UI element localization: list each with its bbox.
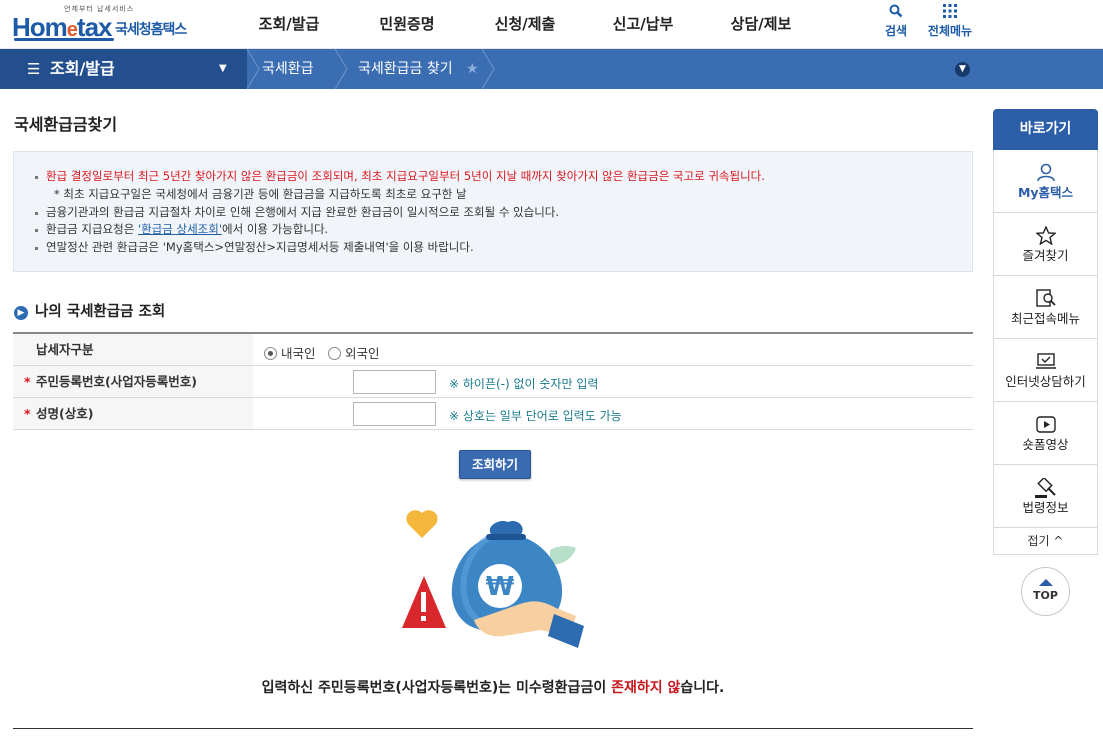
quick-links-fold-button[interactable]: 접기 ^	[993, 528, 1098, 555]
gnb-item-inquiry[interactable]: 조회/발급	[230, 0, 348, 49]
breadcrumb-bar: ☰ 조회/발급 ▼ 국세환급 국세환급금 찾기 ★ ▼	[0, 49, 1103, 89]
quick-item-recent-menu[interactable]: 최근접속메뉴	[993, 276, 1098, 339]
hamburger-icon: ☰	[27, 60, 41, 78]
form-row-taxpayer-type: 납세자구분 내국인 외국인	[13, 334, 973, 366]
radio-unchecked-icon	[328, 347, 341, 360]
menu-category-label: 조회/발급	[50, 59, 115, 78]
section-title: ▶ 나의 국세환급금 조회	[14, 300, 165, 321]
quick-item-law-info[interactable]: 법령정보	[993, 465, 1098, 528]
notice-box: 환급 결정일로부터 최근 5년간 찾아가지 않은 환급금이 조회되며, 최초 지…	[13, 151, 973, 272]
page-title: 국세환급금찾기	[14, 115, 118, 134]
gnb-item-application[interactable]: 신청/제출	[466, 0, 584, 49]
name-input[interactable]	[353, 402, 436, 426]
search-icon	[882, 4, 910, 22]
name-label: * 성명(상호)	[13, 398, 253, 429]
search-button[interactable]: 검색	[882, 4, 910, 39]
breadcrumb-item-refund[interactable]: 국세환급	[262, 49, 314, 89]
form-row-id-number: * 주민등록번호(사업자등록번호) ※ 하이픈(-) 없이 숫자만 입력	[13, 366, 973, 398]
quick-item-favorites[interactable]: 즐겨찾기	[993, 213, 1098, 276]
favorite-star-icon[interactable]: ★	[466, 49, 479, 89]
grid-menu-icon	[924, 4, 976, 22]
all-menu-button[interactable]: 전체메뉴	[924, 4, 976, 39]
global-nav: 조회/발급 민원증명 신청/제출 신고/납부 상담/제보	[230, 0, 820, 49]
radio-checked-icon	[264, 347, 277, 360]
all-menu-label: 전체메뉴	[927, 24, 973, 38]
play-video-icon	[994, 402, 1097, 434]
notice-line: 환급금 지급요청은 '환급금 상세조회'에서 이용 가능합니다.	[35, 221, 972, 239]
document-search-icon	[994, 276, 1097, 308]
id-number-hint: ※ 하이픈(-) 없이 숫자만 입력	[449, 377, 599, 391]
notice-line: * 최초 지급요구일은 국세청에서 금융기관 등에 환급금을 지급하도록 최초로…	[54, 186, 467, 201]
refund-search-form: 납세자구분 내국인 외국인 * 주민등록번호(사업자등록번호) ※ 하이픈(-) …	[13, 332, 973, 430]
top-header: 언제부터 납세서비스 Hometax 국세청홈택스 조회/발급 민원증명 신청/…	[0, 0, 1103, 49]
taxpayer-type-label: 납세자구분	[13, 334, 253, 365]
logo-swoosh	[14, 38, 114, 41]
result-message: 입력하신 주민등록번호(사업자등록번호)는 미수령환급금이 존재하지 않습니다.	[261, 680, 725, 696]
search-submit-button[interactable]: 조회하기	[459, 450, 531, 479]
quick-item-my-hometax[interactable]: My홈택스	[993, 150, 1098, 213]
id-number-input[interactable]	[353, 370, 436, 394]
quick-links-panel: 바로가기 My홈택스 즐겨찾기 최근접속메뉴 인터넷상담하기 숏폼영상 법령정보…	[993, 109, 1098, 555]
hometax-logo[interactable]: 언제부터 납세서비스 Hometax 국세청홈택스	[12, 4, 202, 44]
money-bag-illustration: ₩	[402, 510, 584, 648]
refund-detail-link[interactable]: '환급금 상세조회'	[138, 222, 222, 236]
arrow-up-icon	[1038, 579, 1053, 586]
divider	[13, 728, 973, 729]
logo-korean-name: 국세청홈택스	[115, 22, 187, 38]
radio-foreign[interactable]: 외국인	[328, 343, 380, 362]
dropdown-arrow-icon: ▼	[219, 63, 227, 74]
quick-item-shortform-video[interactable]: 숏폼영상	[993, 402, 1098, 465]
notice-line: 연말정산 관련 환급금은 'My홈택스>연말정산>지급명세서등 제출내역'을 이…	[35, 239, 972, 257]
chevron-down-icon[interactable]: ▼	[955, 62, 970, 77]
gavel-icon	[994, 465, 1097, 498]
scroll-top-button[interactable]: TOP	[1021, 567, 1070, 616]
name-hint: ※ 상호는 일부 단어로 입력도 가능	[449, 409, 622, 423]
gnb-item-filing[interactable]: 신고/납부	[584, 0, 702, 49]
radio-domestic[interactable]: 내국인	[264, 343, 316, 362]
quick-links-title: 바로가기	[993, 109, 1098, 150]
breadcrumb-item-find-refund[interactable]: 국세환급금 찾기	[358, 49, 453, 89]
arrow-circle-icon: ▶	[14, 306, 28, 320]
menu-category-dropdown[interactable]: ☰ 조회/발급 ▼	[0, 49, 247, 89]
id-number-label: * 주민등록번호(사업자등록번호)	[13, 366, 253, 397]
breadcrumb-separator-icon	[482, 49, 495, 89]
gnb-item-consult[interactable]: 상담/제보	[702, 0, 820, 49]
svg-text:₩: ₩	[486, 572, 515, 602]
breadcrumb-separator-icon	[335, 49, 348, 89]
notice-line: 금융기관과의 환급금 지급절차 차이로 인해 은행에서 지급 완료한 환급금이 …	[35, 204, 972, 222]
notice-line: 환급 결정일로부터 최근 5년간 찾아가지 않은 환급금이 조회되며, 최초 지…	[35, 168, 972, 186]
search-label: 검색	[884, 24, 908, 38]
form-row-name: * 성명(상호) ※ 상호는 일부 단어로 입력도 가능	[13, 398, 973, 430]
gnb-item-certificate[interactable]: 민원증명	[348, 0, 466, 49]
user-icon	[994, 150, 1097, 182]
laptop-check-icon	[994, 339, 1097, 371]
breadcrumb-separator-icon	[247, 49, 260, 89]
star-icon	[994, 213, 1097, 246]
quick-item-online-consult[interactable]: 인터넷상담하기	[993, 339, 1098, 402]
